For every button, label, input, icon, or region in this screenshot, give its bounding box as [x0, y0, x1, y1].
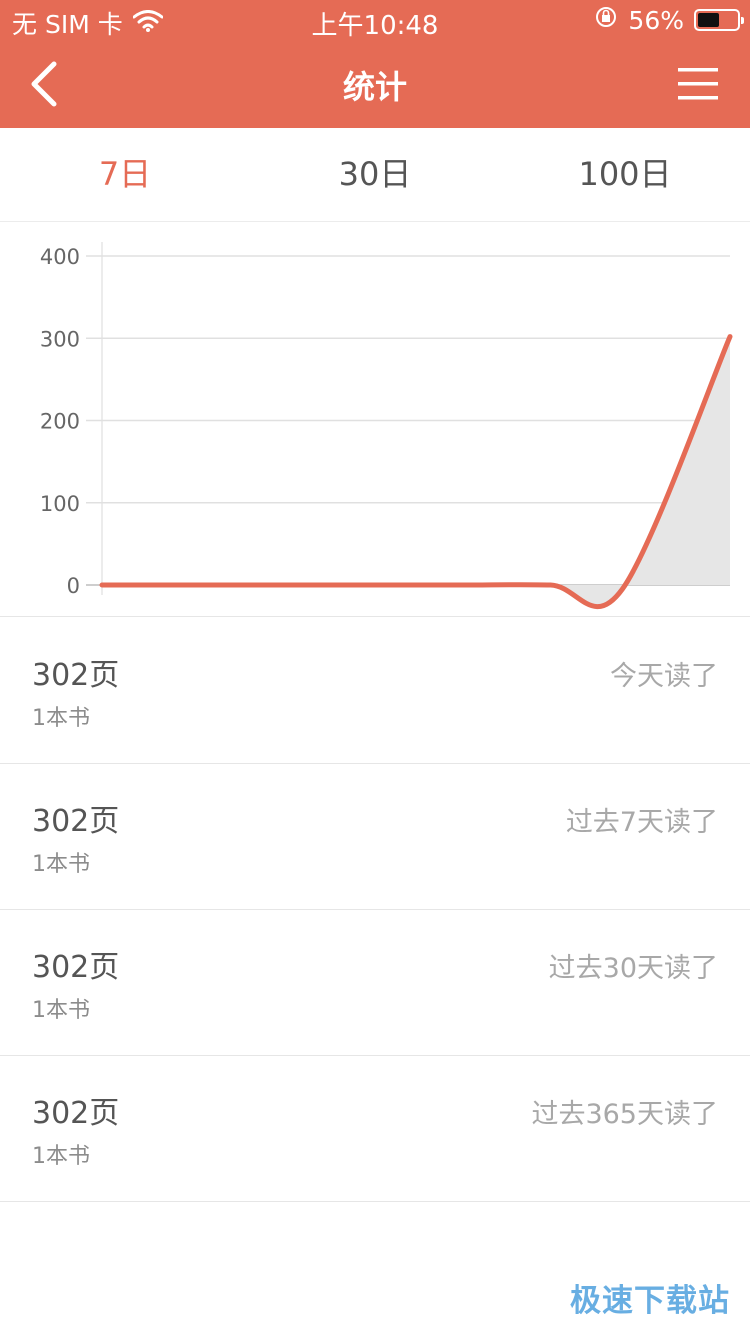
stat-row-365-days[interactable]: 302页 1本书 过去365天读了: [0, 1056, 750, 1202]
stat-books: 1本书: [32, 706, 90, 731]
stats-list: 302页 1本书 今天读了 302页 1本书 过去7天读了 302页 1本书 过…: [0, 618, 750, 1202]
chart-series-line: [99, 334, 733, 610]
menu-button[interactable]: [676, 66, 724, 102]
tab-100-days[interactable]: 100日: [500, 128, 750, 221]
stat-pages: 302页: [32, 804, 120, 839]
stat-row-30-days[interactable]: 302页 1本书 过去30天读了: [0, 910, 750, 1056]
tab-30-days[interactable]: 30日: [250, 128, 500, 221]
stat-pages: 302页: [32, 658, 120, 693]
status-right: 56%: [594, 5, 744, 35]
watermark-logo: 极速下载站: [570, 1283, 730, 1319]
stat-period: 过去30天读了: [548, 953, 718, 984]
chevron-left-icon: [31, 61, 57, 107]
battery-level: [698, 13, 719, 27]
period-tabs: 7日 30日 100日: [0, 128, 750, 222]
y-tick-label: 0: [67, 574, 80, 598]
status-bar: 无 SIM 卡 上午10:48 56%: [0, 0, 750, 41]
stat-pages: 302页: [32, 950, 120, 985]
top-bar: 无 SIM 卡 上午10:48 56% 统计: [0, 0, 750, 128]
y-tick-label: 400: [40, 245, 80, 269]
stat-period: 过去7天读了: [565, 807, 718, 838]
y-tick-label: 200: [40, 410, 80, 434]
stat-pages: 302页: [32, 1096, 120, 1131]
tab-7-days[interactable]: 7日: [0, 128, 250, 221]
orientation-lock-icon: [594, 5, 618, 35]
stat-books: 1本书: [32, 998, 90, 1023]
chart-svg: 400 300 200 100 0: [40, 242, 733, 610]
back-button[interactable]: [22, 58, 72, 110]
battery-percent: 56%: [628, 5, 684, 35]
hamburger-menu-icon: [678, 68, 718, 100]
nav-header: 统计: [0, 40, 750, 128]
stat-books: 1本书: [32, 852, 90, 877]
battery-tip: [741, 17, 744, 24]
stat-period: 过去365天读了: [531, 1099, 718, 1130]
stat-books: 1本书: [32, 1144, 90, 1169]
battery-icon: [694, 9, 744, 31]
y-tick-label: 100: [40, 492, 80, 516]
stat-period: 今天读了: [610, 661, 718, 692]
reading-chart: 400 300 200 100 0: [0, 222, 750, 617]
stat-row-7-days[interactable]: 302页 1本书 过去7天读了: [0, 764, 750, 910]
y-tick-label: 300: [40, 327, 80, 351]
page-title: 统计: [342, 68, 407, 106]
stat-row-today[interactable]: 302页 1本书 今天读了: [0, 618, 750, 764]
